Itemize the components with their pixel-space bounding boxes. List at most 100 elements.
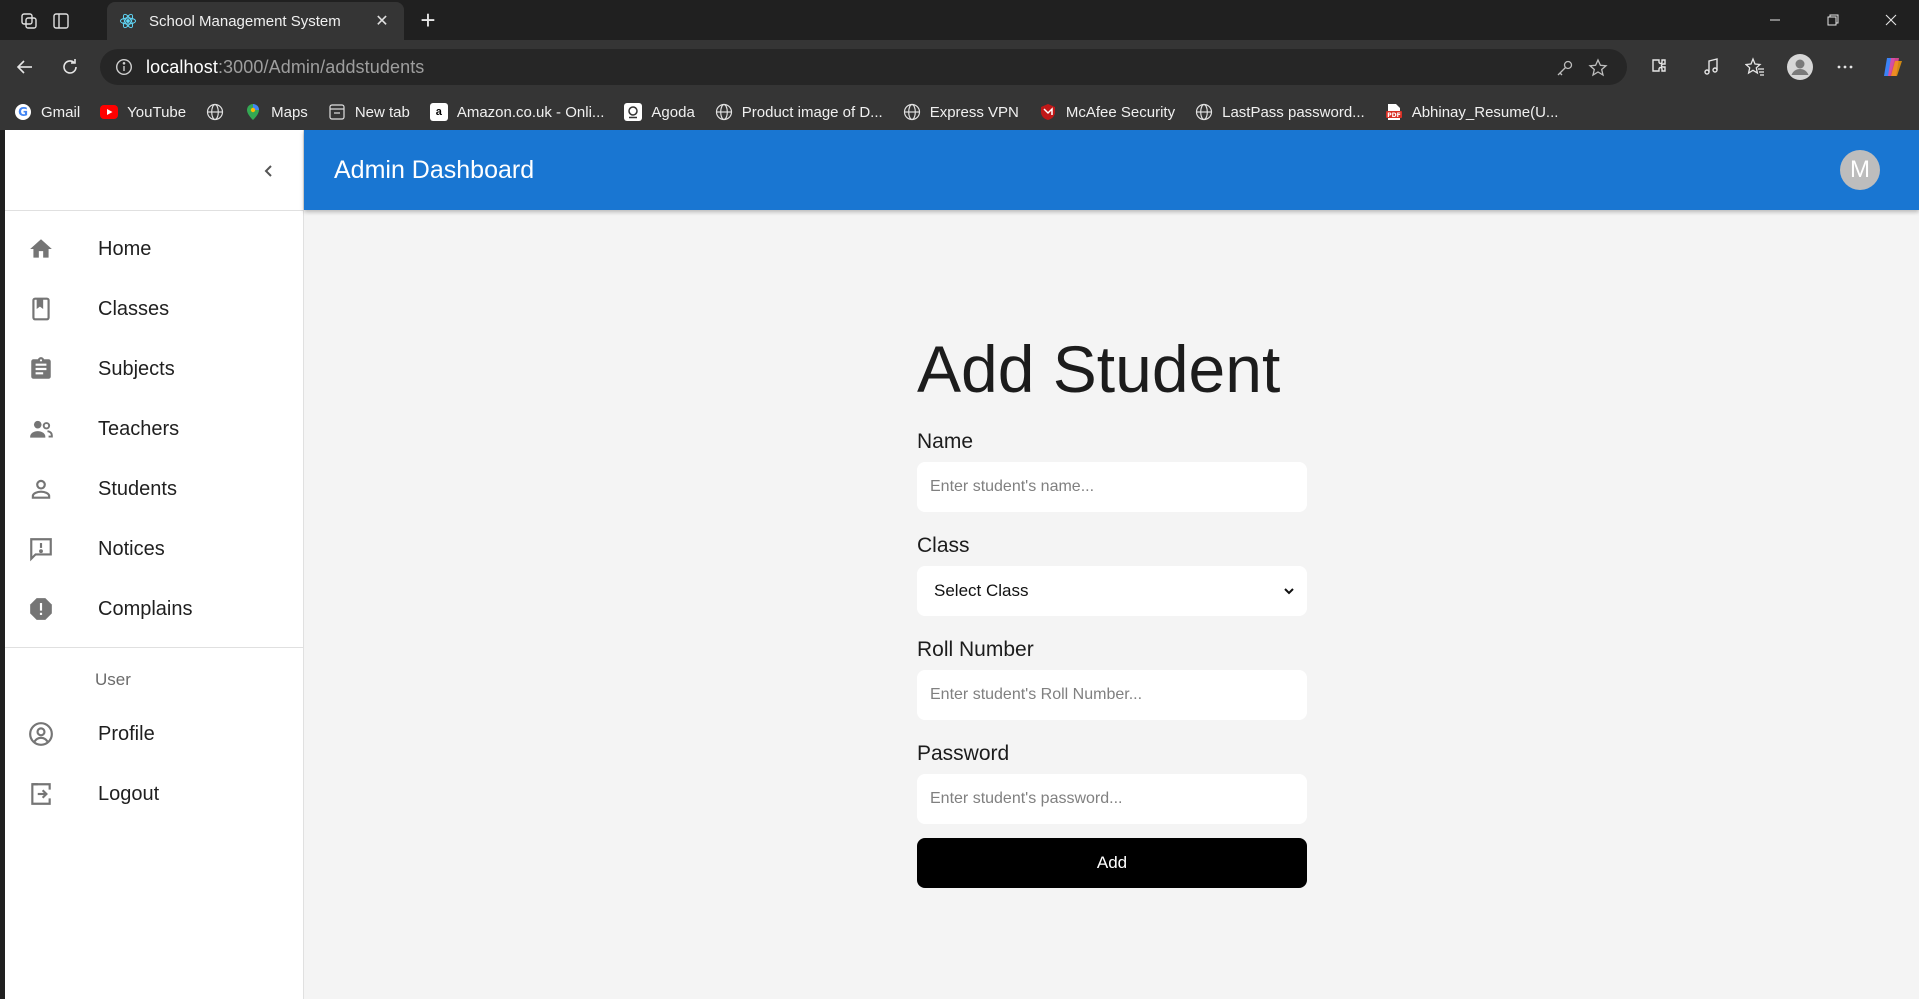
sidebar-item-label: Profile — [98, 722, 155, 745]
roll-number-label: Roll Number — [917, 638, 1034, 661]
password-input[interactable]: Enter student's password... — [917, 774, 1307, 824]
favorite-star-icon[interactable] — [1587, 57, 1609, 79]
globe-icon — [1195, 103, 1213, 121]
sidebar-item-notices[interactable]: Notices — [5, 519, 303, 579]
bookmark-globe[interactable] — [206, 103, 224, 121]
tab-school-management[interactable]: School Management System ✕ — [107, 2, 404, 40]
drawer-header — [5, 130, 303, 211]
copilot-icon[interactable] — [1879, 53, 1907, 81]
sidebar-item-label: Notices — [98, 537, 165, 560]
bookmark-mcafee[interactable]: McAfee Security — [1039, 103, 1175, 121]
agoda-icon — [624, 103, 643, 121]
maps-icon — [244, 103, 262, 121]
globe-icon — [715, 103, 733, 121]
user-section-header: User — [95, 670, 131, 689]
sidebar-item-subjects[interactable]: Subjects — [5, 339, 303, 399]
form-title: Add Student — [917, 332, 1281, 406]
newtab-icon — [328, 103, 346, 121]
more-menu-icon[interactable] — [1831, 53, 1859, 81]
students-icon — [27, 475, 55, 503]
chevron-down-icon — [1281, 583, 1297, 599]
bookmark-lastpass[interactable]: LastPass password... — [1195, 103, 1365, 121]
tab-close-icon[interactable]: ✕ — [372, 11, 392, 31]
sidebar-nav: Home Classes Subjects Teachers Students … — [5, 211, 303, 639]
back-icon[interactable] — [11, 53, 39, 81]
svg-text:G: G — [18, 105, 28, 119]
bookmark-amazon[interactable]: a Amazon.co.uk - Onli... — [429, 103, 604, 121]
favorites-icon[interactable] — [1741, 53, 1769, 81]
close-window-icon[interactable] — [1863, 0, 1919, 40]
class-select[interactable]: Select Class — [917, 566, 1307, 616]
extensions-icon[interactable] — [1645, 53, 1673, 81]
media-icon[interactable] — [1697, 53, 1725, 81]
classes-icon — [27, 295, 55, 323]
browser-toolbar: localhost:3000/Admin/addstudents — [0, 40, 1919, 94]
app-bar: Admin Dashboard M — [304, 130, 1919, 210]
logout-icon — [27, 780, 55, 808]
sidebar-divider — [5, 647, 303, 648]
address-bar[interactable]: localhost:3000/Admin/addstudents — [100, 49, 1627, 85]
sidebar-item-label: Classes — [98, 297, 170, 320]
tab-title: School Management System — [149, 12, 341, 30]
sidebar-item-label: Subjects — [98, 357, 175, 380]
bookmark-youtube[interactable]: YouTube — [100, 103, 186, 121]
bookmark-gmail[interactable]: G Gmail — [14, 103, 80, 121]
page-title: Admin Dashboard — [334, 155, 535, 184]
vertical-tabs-icon[interactable] — [48, 8, 74, 34]
bookmarks-bar: G Gmail YouTube Maps New tab a Amazon.co… — [0, 94, 1919, 130]
sidebar-item-students[interactable]: Students — [5, 459, 303, 519]
name-input[interactable]: Enter student's name... — [917, 462, 1307, 512]
password-key-icon[interactable] — [1554, 57, 1576, 79]
avatar[interactable]: M — [1840, 150, 1880, 190]
site-info-icon[interactable] — [114, 57, 134, 77]
sidebar-item-teachers[interactable]: Teachers — [5, 399, 303, 459]
teachers-icon — [27, 415, 55, 443]
add-student-form: Add Student Name Enter student's name...… — [917, 330, 1307, 888]
complains-icon — [27, 595, 55, 623]
url-text: localhost:3000/Admin/addstudents — [146, 56, 425, 77]
class-select-value: Select Class — [934, 581, 1029, 600]
react-icon — [119, 12, 137, 30]
notices-icon — [27, 535, 55, 563]
pdf-icon: PDF — [1385, 103, 1403, 121]
profile-icon — [27, 720, 55, 748]
minimize-icon[interactable] — [1747, 0, 1803, 40]
sidebar-item-classes[interactable]: Classes — [5, 279, 303, 339]
gmail-icon: G — [14, 103, 32, 121]
sidebar-drawer: Home Classes Subjects Teachers Students … — [5, 130, 304, 999]
subjects-icon — [27, 355, 55, 383]
amazon-icon: a — [429, 103, 448, 121]
name-label: Name — [917, 430, 974, 453]
globe-icon — [903, 103, 921, 121]
globe-icon — [206, 103, 224, 121]
profile-avatar-icon[interactable] — [1786, 53, 1814, 81]
add-button[interactable]: Add — [917, 838, 1307, 888]
bookmark-new-tab[interactable]: New tab — [328, 103, 410, 121]
sidebar-item-logout[interactable]: Logout — [5, 764, 303, 824]
bookmark-express-vpn[interactable]: Express VPN — [903, 103, 1019, 121]
bookmark-product-image[interactable]: Product image of D... — [715, 103, 883, 121]
reload-icon[interactable] — [56, 53, 84, 81]
sidebar-item-home[interactable]: Home — [5, 219, 303, 279]
sidebar-item-complains[interactable]: Complains — [5, 579, 303, 639]
sidebar-item-profile[interactable]: Profile — [5, 704, 303, 764]
youtube-icon — [100, 103, 119, 121]
chevron-left-icon[interactable] — [252, 154, 286, 188]
workspaces-icon[interactable] — [16, 8, 42, 34]
sidebar-item-label: Complains — [98, 597, 193, 620]
mcafee-icon — [1039, 103, 1057, 121]
sidebar-item-label: Teachers — [98, 417, 180, 440]
app-viewport: Home Classes Subjects Teachers Students … — [5, 130, 1919, 999]
restore-icon[interactable] — [1805, 0, 1861, 40]
sidebar-item-label: Students — [98, 477, 177, 500]
new-tab-icon[interactable]: + — [414, 5, 442, 35]
password-label: Password — [917, 742, 1010, 765]
roll-number-input[interactable]: Enter student's Roll Number... — [917, 670, 1307, 720]
home-icon — [27, 235, 55, 263]
bookmark-agoda[interactable]: Agoda — [624, 103, 695, 121]
svg-text:PDF: PDF — [1387, 112, 1400, 119]
browser-tabstrip: School Management System ✕ + — [0, 0, 1919, 40]
sidebar-item-label: Home — [98, 237, 152, 260]
bookmark-maps[interactable]: Maps — [244, 103, 308, 121]
bookmark-resume-pdf[interactable]: PDF Abhinay_Resume(U... — [1385, 103, 1558, 121]
